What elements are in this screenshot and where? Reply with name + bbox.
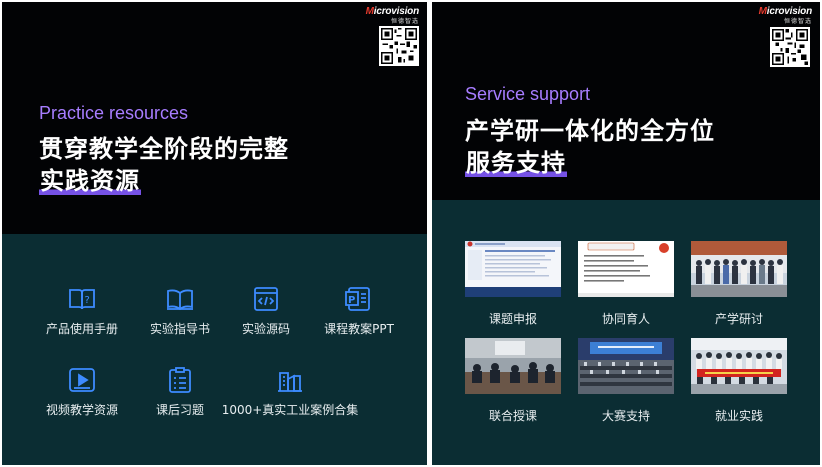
resource-label: 1000+真实工业案例合集 [221,403,359,417]
service-item[interactable]: 大赛支持 [578,338,674,424]
code-icon [252,286,280,312]
section-cn-title: 贯穿教学全阶段的完整 实践资源 [39,133,289,197]
section-en-title: Service support [465,84,591,104]
resources-grid: ? 产品使用手册 实验指导书 实验源码 P 课程教案PPT 视频教学资源 课后习… [2,234,427,465]
service-item[interactable]: 就业实践 [691,338,787,424]
panel-header: Microvision 恒德智选 Practice resources 贯穿教学… [2,2,427,234]
service-item[interactable]: 课题申报 [465,241,561,327]
practice-resources-panel: Microvision 恒德智选 Practice resources 贯穿教学… [2,2,427,465]
service-item[interactable]: 协同育人 [578,241,674,327]
qr-code-icon [770,27,810,67]
service-label: 就业实践 [714,409,763,423]
service-label: 产学研讨 [714,312,763,326]
document-screenshot-photo [465,241,561,297]
video-play-icon [68,367,96,393]
service-label: 协同育人 [601,312,650,326]
resource-item[interactable]: 1000+真实工业案例合集 [210,367,370,418]
classroom-photo [465,338,561,394]
brand-logo: Microvision 恒德智选 [365,6,420,25]
resource-item[interactable]: ? 产品使用手册 [27,286,137,337]
brand-logo: Microvision 恒德智选 [758,6,813,25]
ppt-icon: P [345,286,373,312]
resource-item[interactable]: P 课程教案PPT [304,286,414,337]
service-item[interactable]: 产学研讨 [691,241,787,327]
cn-title-line-2: 服务支持 [465,149,567,177]
service-label: 课题申报 [488,312,537,326]
document-slide-photo [578,241,674,297]
service-label: 联合授课 [488,409,537,423]
resource-label: 产品使用手册 [45,322,118,336]
service-label: 大赛支持 [601,409,650,423]
group-photo [691,241,787,297]
svg-text:?: ? [85,295,90,306]
section-en-title: Practice resources [39,103,189,123]
cn-title-line-2: 实践资源 [39,167,141,195]
service-support-panel: Microvision 恒德智选 Service support 产学研一体化的… [432,2,820,465]
industrial-icon [276,367,304,393]
resources-area: ? 产品使用手册 实验指导书 实验源码 P 课程教案PPT 视频教学资源 课后习… [2,234,427,465]
section-cn-title: 产学研一体化的全方位 服务支持 [465,115,715,179]
resource-label: 课程教案PPT [324,322,394,336]
panel-header: Microvision 恒德智选 Service support 产学研一体化的… [432,2,820,200]
brand-cn: 恒德智选 [390,18,419,25]
service-item[interactable]: 联合授课 [465,338,561,424]
open-book-icon [166,286,194,312]
brand-cn: 恒德智选 [783,18,812,25]
clipboard-list-icon [166,367,194,393]
qr-code-icon [379,26,419,66]
svg-text:P: P [348,295,355,306]
resource-item[interactable]: 视频教学资源 [27,367,137,418]
cn-title-line-1: 贯穿教学全阶段的完整 [39,135,289,163]
resource-label: 视频教学资源 [45,403,118,417]
manual-book-icon: ? [68,286,96,312]
cn-title-line-1: 产学研一体化的全方位 [465,117,715,145]
competition-hall-photo [578,338,674,394]
banner-group-photo [691,338,787,394]
services-area: 课题申报 协同育人 产学研讨 联合授课 大赛支持 就业实践 [432,200,820,465]
